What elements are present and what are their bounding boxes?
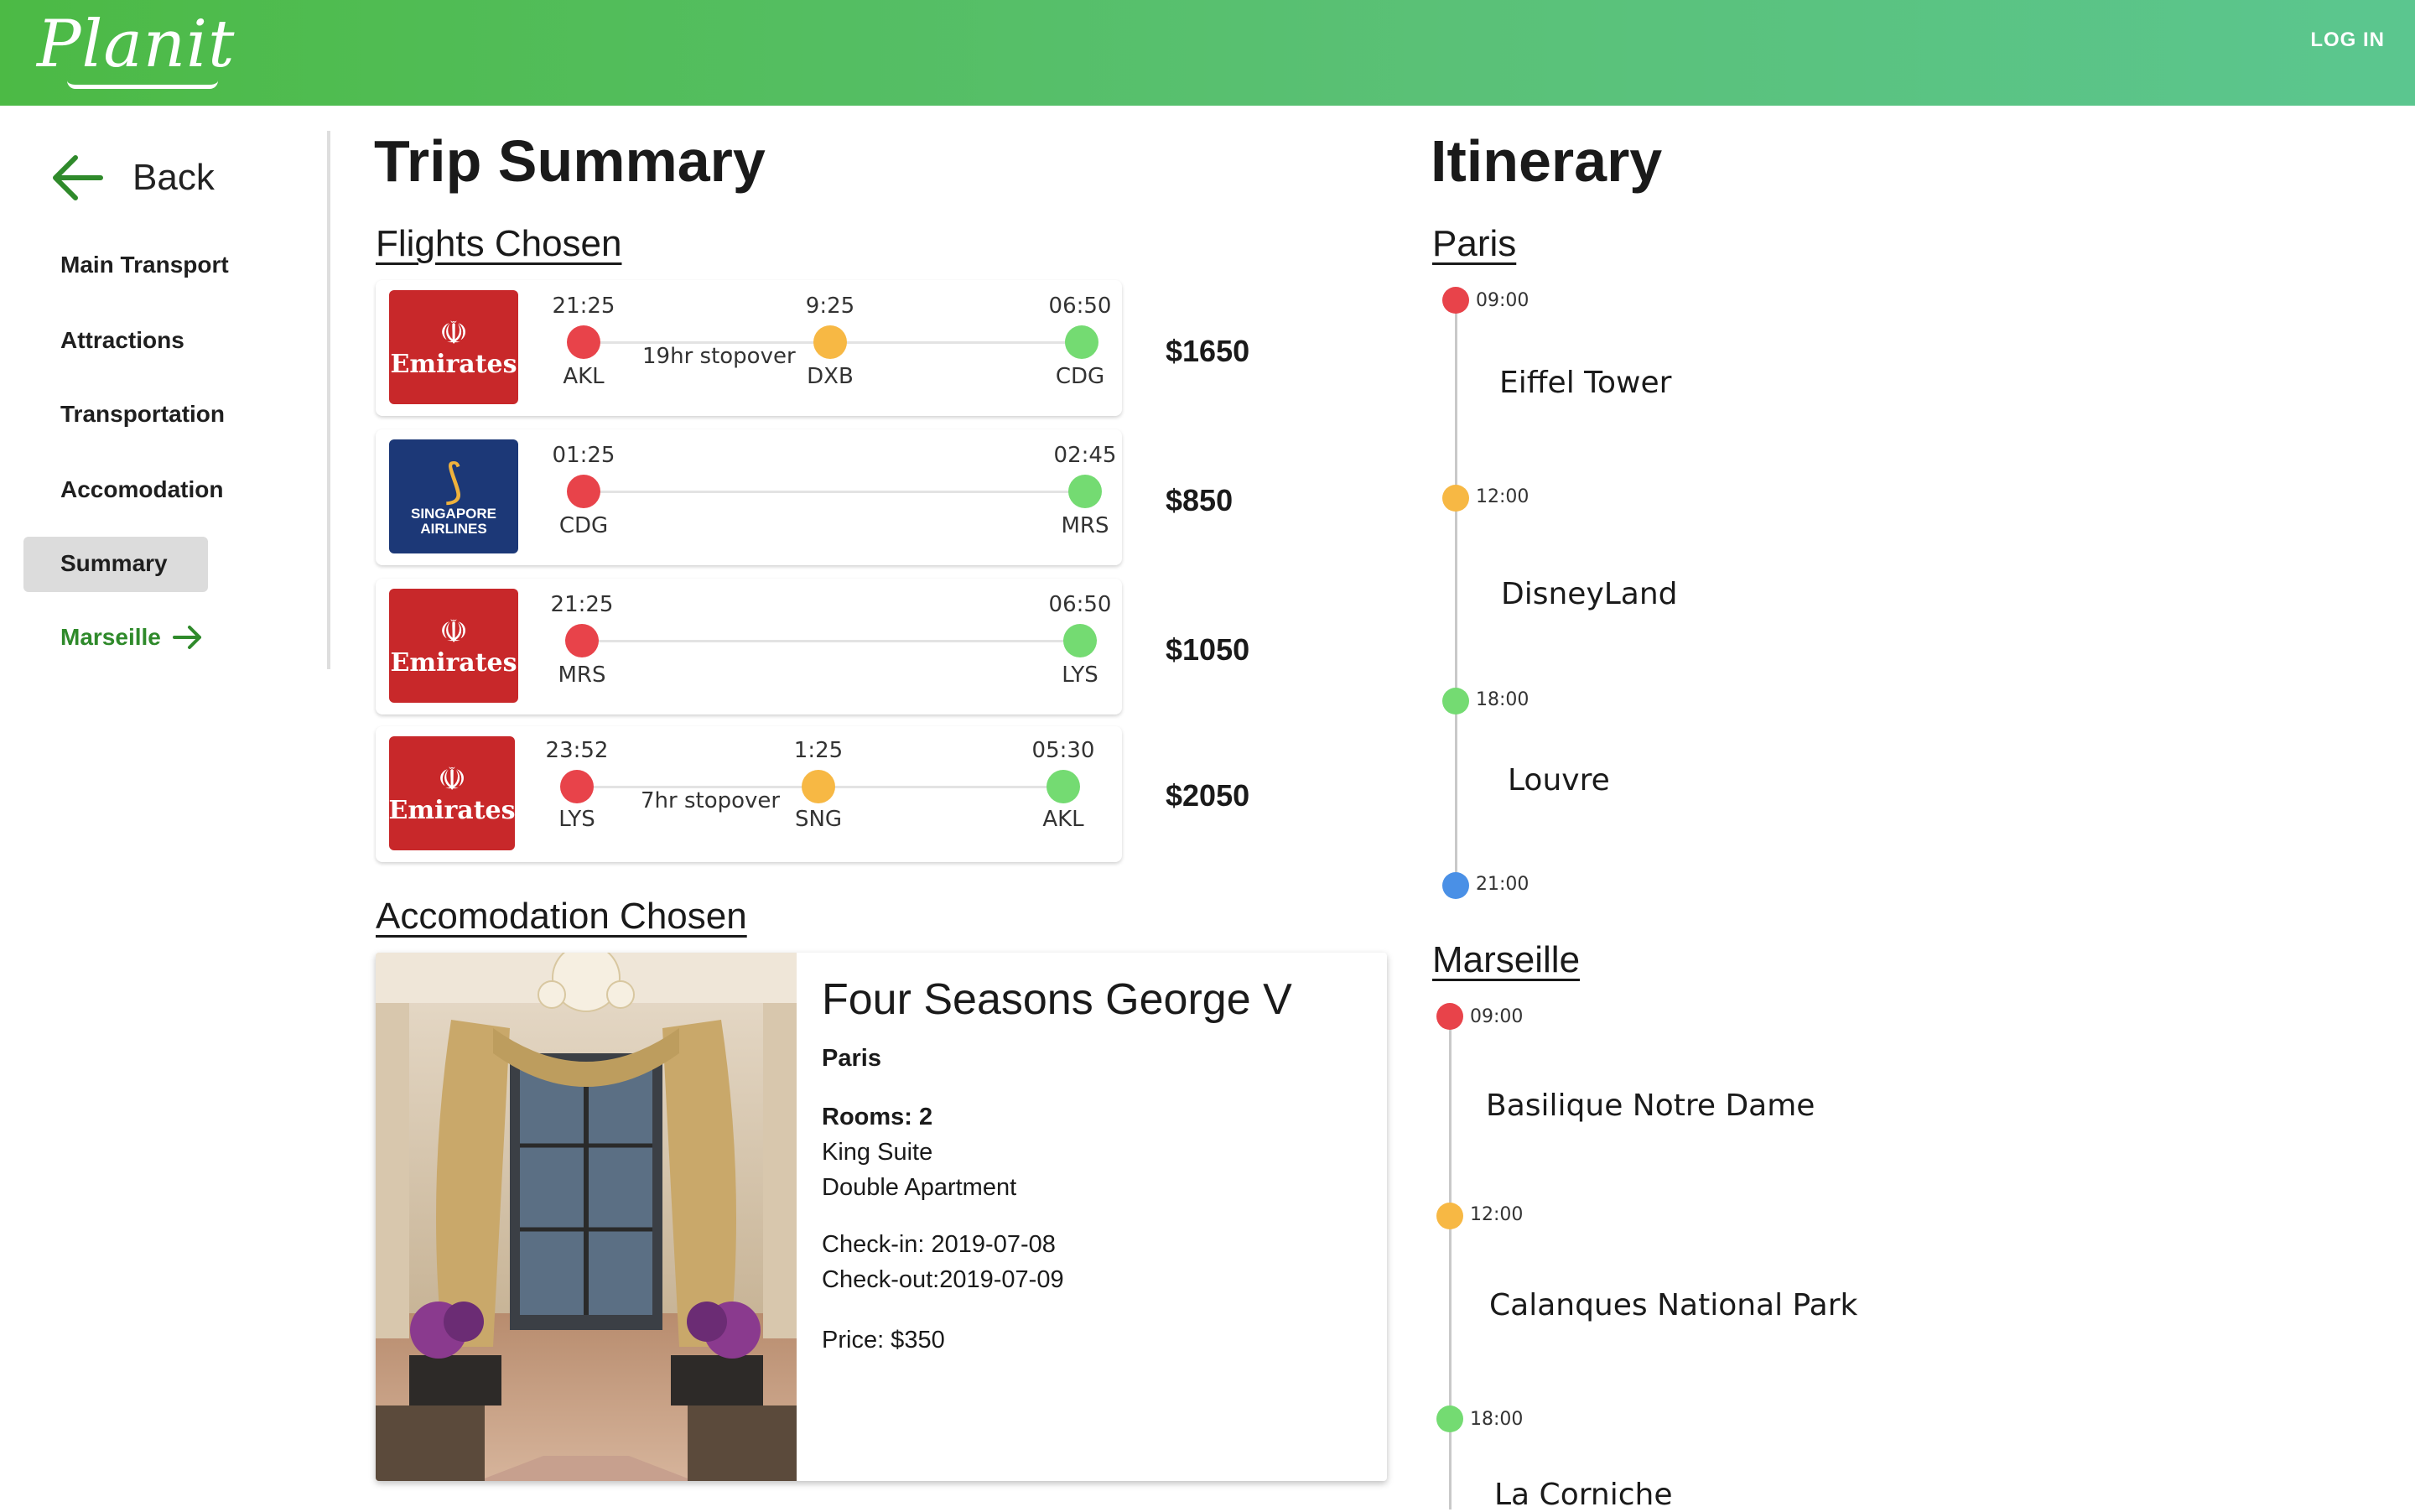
room-type: King Suite: [822, 1139, 933, 1166]
accommodation-heading: Accomodation Chosen: [376, 896, 747, 937]
stopover-duration: 7hr stopover: [641, 788, 781, 813]
timeline-time: 09:00: [1470, 1006, 1524, 1027]
timeline-place[interactable]: Calanques National Park: [1489, 1288, 1857, 1322]
next-city-label: Marseille: [60, 624, 161, 650]
next-city-link[interactable]: Marseille: [60, 624, 205, 651]
stopover-time: 9:25: [805, 294, 855, 319]
stopover-time: 1:25: [793, 738, 844, 763]
timeline-dot: [1442, 688, 1469, 714]
stopover-dot: [813, 325, 847, 359]
login-button[interactable]: LOG IN: [2310, 29, 2385, 52]
timeline-place[interactable]: La Corniche: [1494, 1478, 1672, 1512]
arrival-time: 05:30: [1031, 738, 1095, 763]
hotel-photo: [376, 953, 797, 1481]
departure-dot: [567, 475, 600, 508]
planit-logo[interactable]: Planit: [37, 7, 235, 82]
checkin-date: Check-in: 2019-07-08: [822, 1231, 1056, 1258]
timeline-dot: [1442, 287, 1469, 314]
logo-swash: [67, 81, 218, 89]
arrival-code: AKL: [1042, 807, 1084, 832]
flight-route-line: [587, 491, 1082, 493]
accommodation-card[interactable]: Four Seasons George V Paris Rooms: 2 Kin…: [376, 953, 1387, 1481]
departure-time: 21:25: [552, 294, 615, 319]
departure-time: 01:25: [552, 443, 615, 468]
sidebar-item-attractions[interactable]: Attractions: [60, 327, 184, 354]
timeline-time: 12:00: [1476, 486, 1530, 507]
timeline-line: [1449, 1028, 1452, 1509]
room-type: Double Apartment: [822, 1174, 1017, 1201]
arrival-dot: [1063, 624, 1097, 657]
sidebar-item-transportation[interactable]: Transportation: [60, 401, 225, 428]
sidebar-item-summary[interactable]: Summary: [60, 550, 168, 577]
arrival-time: 06:50: [1048, 294, 1112, 319]
back-button[interactable]: Back: [50, 153, 215, 203]
timeline-time: 12:00: [1470, 1204, 1524, 1225]
departure-dot: [567, 325, 600, 359]
arrival-code: LYS: [1062, 662, 1098, 688]
arrival-time: 02:45: [1053, 443, 1117, 468]
timeline-dot: [1436, 1003, 1463, 1030]
emirates-logo: ☫ Emirates: [389, 290, 518, 404]
arrival-code: CDG: [1055, 364, 1105, 389]
arrival-code: MRS: [1061, 513, 1109, 538]
stopover-code: SNG: [794, 807, 843, 832]
flight-card[interactable]: ☫ Emirates 23:52 1:25 05:30 LYS SNG AKL 7…: [376, 726, 1122, 862]
hotel-city: Paris: [822, 1045, 881, 1072]
stopover-dot: [802, 770, 835, 803]
itinerary-city-paris: Paris: [1432, 223, 1517, 264]
departure-time: 21:25: [550, 592, 614, 617]
hotel-price: Price: $350: [822, 1327, 945, 1354]
departure-dot: [565, 624, 599, 657]
timeline-dot: [1442, 872, 1469, 899]
departure-code: CDG: [558, 513, 609, 538]
departure-code: AKL: [563, 364, 605, 389]
trip-summary-title: Trip Summary: [374, 128, 766, 194]
emirates-logo: ☫ Emirates: [389, 589, 518, 703]
hotel-name: Four Seasons George V: [822, 975, 1292, 1024]
timeline-time: 18:00: [1470, 1409, 1524, 1430]
arrival-dot: [1046, 770, 1080, 803]
flight-card[interactable]: ☫ Emirates 21:25 06:50 MRS LYS: [376, 579, 1122, 714]
flight-route-line: [587, 640, 1082, 642]
timeline-place[interactable]: DisneyLand: [1501, 577, 1678, 611]
flight-price: $850: [1166, 483, 1233, 517]
timeline-line: [1455, 310, 1457, 889]
arrow-right-icon: [172, 626, 201, 649]
timeline-place[interactable]: Basilique Notre Dame: [1486, 1089, 1815, 1123]
flights-heading: Flights Chosen: [376, 223, 622, 264]
timeline-time: 09:00: [1476, 290, 1530, 311]
timeline-time: 21:00: [1476, 874, 1530, 895]
departure-code: LYS: [558, 807, 595, 832]
arrival-dot: [1068, 475, 1102, 508]
departure-time: 23:52: [545, 738, 609, 763]
arrow-left-icon: [53, 155, 103, 200]
flight-price: $1050: [1166, 632, 1250, 667]
departure-code: MRS: [558, 662, 606, 688]
checkout-date: Check-out:2019-07-09: [822, 1266, 1064, 1293]
top-bar: Planit LOG IN: [0, 0, 2415, 106]
emirates-logo: ☫ Emirates: [388, 736, 516, 850]
timeline-dot: [1436, 1405, 1463, 1432]
timeline-dot: [1442, 485, 1469, 512]
timeline-time: 18:00: [1476, 689, 1530, 710]
rooms-count: Rooms: 2: [822, 1104, 933, 1130]
flight-price: $2050: [1166, 778, 1250, 813]
timeline-place[interactable]: Eiffel Tower: [1499, 366, 1671, 400]
departure-dot: [560, 770, 594, 803]
arrival-time: 06:50: [1048, 592, 1112, 617]
arrival-dot: [1065, 325, 1098, 359]
flight-price: $1650: [1166, 334, 1250, 368]
back-label: Back: [132, 157, 215, 198]
sidebar-divider: [327, 131, 330, 669]
flight-card[interactable]: ⟆ SINGAPORE AIRLINES 01:25 02:45 CDG MRS: [376, 429, 1122, 565]
timeline-place[interactable]: Louvre: [1508, 763, 1610, 798]
flight-card[interactable]: ☫ Emirates 21:25 9:25 06:50 AKL DXB CDG 1…: [376, 280, 1122, 416]
stopover-duration: 19hr stopover: [642, 344, 796, 369]
timeline-dot: [1436, 1203, 1463, 1229]
sidebar-item-main-transport[interactable]: Main Transport: [60, 252, 229, 278]
sidebar-item-accomodation[interactable]: Accomodation: [60, 476, 223, 503]
itinerary-title: Itinerary: [1431, 128, 1663, 194]
itinerary-city-marseille: Marseille: [1432, 939, 1581, 980]
singapore-airlines-logo: ⟆ SINGAPORE AIRLINES: [389, 439, 518, 553]
